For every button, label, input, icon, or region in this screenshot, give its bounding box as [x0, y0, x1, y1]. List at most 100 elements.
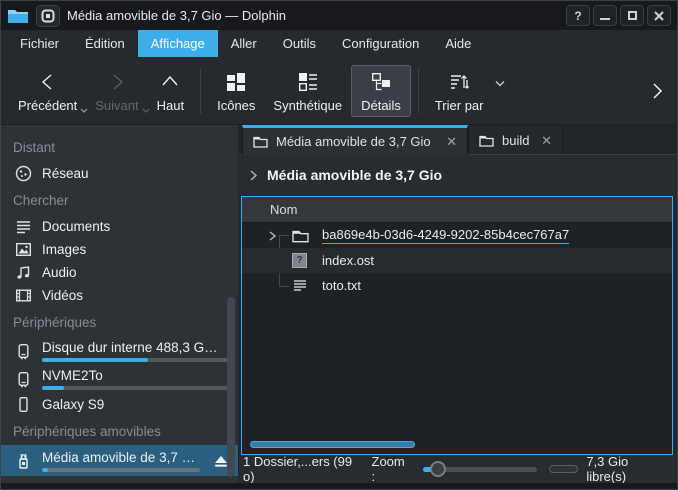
menubar: Fichier Édition Affichage Aller Outils C…: [1, 30, 677, 57]
sidebar-item-videos[interactable]: Vidéos: [1, 283, 238, 306]
toolbar-separator: [200, 68, 201, 114]
column-header-label: Nom: [270, 202, 297, 217]
status-summary: 1 Dossier,...ers (99 o): [243, 454, 364, 484]
sidebar-item-label: Vidéos: [42, 288, 228, 303]
sidebar-item-disque-dur-interne[interactable]: Disque dur interne 488,3 G…: [1, 336, 238, 364]
menu-configuration[interactable]: Configuration: [329, 30, 432, 57]
url-navigator[interactable]: Média amovible de 3,7 Gio: [239, 155, 677, 195]
close-icon: [654, 11, 664, 21]
icons-view-icon: [225, 71, 247, 93]
sidebar-item-label: Disque dur interne 488,3 G…: [42, 340, 228, 355]
sort-menu-caret-icon[interactable]: [494, 80, 506, 87]
forward-label: Suivant: [95, 98, 138, 113]
sidebar-item-label: NVME2To: [42, 368, 228, 383]
window-title: Média amovible de 3,7 Gio — Dolphin: [67, 8, 286, 23]
folder-icon: [253, 135, 268, 148]
folder-icon: [479, 134, 494, 147]
image-icon: [15, 241, 32, 258]
menu-affichage[interactable]: Affichage: [138, 30, 218, 57]
horizontal-scrollbar[interactable]: [250, 441, 415, 448]
disk-usage-bar: [42, 386, 228, 390]
minimize-button[interactable]: [593, 5, 617, 26]
sidebar-item-audio[interactable]: Audio: [1, 260, 238, 283]
section-header-peripheriques-amovibles: Périphériques amovibles: [1, 415, 238, 445]
toolbar: Précédent Suivant Haut Icônes: [1, 57, 677, 125]
section-header-chercher: Chercher: [1, 184, 238, 214]
sidebar-item-galaxy-s9[interactable]: Galaxy S9: [1, 392, 238, 415]
tab-media-amovible[interactable]: Média amovible de 3,7 Gio ✕: [242, 125, 468, 155]
icons-view-button[interactable]: Icônes: [208, 66, 264, 116]
menu-edition[interactable]: Édition: [72, 30, 138, 57]
maximize-button[interactable]: [620, 5, 644, 26]
file-row-toto-txt[interactable]: toto.txt: [242, 273, 672, 298]
text-file-icon: [292, 278, 308, 293]
zoom-label: Zoom :: [372, 454, 411, 484]
file-name[interactable]: toto.txt: [322, 278, 361, 293]
tab-close-icon[interactable]: ✕: [446, 134, 457, 150]
tab-build[interactable]: build ✕: [468, 127, 563, 154]
file-view[interactable]: Nom ba869e4b-03d6-4249-9202-85b4cec767a7: [241, 196, 673, 455]
tab-label: build: [502, 133, 529, 148]
sidebar-item-label: Documents: [42, 219, 228, 234]
menu-aide[interactable]: Aide: [432, 30, 484, 57]
sidebar-item-label: Média amovible de 3,7 …: [42, 450, 200, 465]
file-name[interactable]: ba869e4b-03d6-4249-9202-85b4cec767a7: [322, 227, 569, 244]
back-icon: [37, 71, 59, 93]
file-name[interactable]: index.ost: [322, 253, 374, 268]
sort-by-label: Trier par: [435, 98, 484, 113]
window-device-icon[interactable]: [36, 5, 60, 27]
close-button[interactable]: [647, 5, 671, 26]
compact-view-button[interactable]: Synthétique: [264, 66, 351, 116]
free-space-bar: [549, 465, 578, 473]
document-icon: [15, 218, 32, 235]
sidebar-item-reseau[interactable]: Réseau: [1, 161, 238, 184]
dolphin-window: Média amovible de 3,7 Gio — Dolphin ? Fi…: [0, 0, 678, 490]
harddisk-icon: [15, 343, 32, 360]
back-button[interactable]: Précédent: [9, 66, 86, 116]
details-view-button[interactable]: Détails: [351, 65, 411, 117]
sort-icon: [448, 71, 470, 93]
expander-icon[interactable]: [268, 230, 277, 242]
column-header-nom[interactable]: Nom: [242, 197, 672, 223]
unknown-file-icon: ?: [292, 253, 307, 268]
menu-fichier[interactable]: Fichier: [7, 30, 72, 57]
eject-icon[interactable]: [214, 455, 228, 467]
forward-icon: [106, 71, 128, 93]
zoom-slider[interactable]: [423, 467, 537, 472]
up-label: Haut: [157, 98, 184, 113]
sidebar-scrollbar[interactable]: [227, 297, 235, 477]
titlebar[interactable]: Média amovible de 3,7 Gio — Dolphin ?: [1, 1, 677, 30]
menu-aller[interactable]: Aller: [218, 30, 270, 57]
toolbar-separator: [418, 68, 419, 114]
compact-view-label: Synthétique: [273, 98, 342, 113]
video-icon: [15, 287, 32, 304]
minimize-icon: [600, 18, 610, 20]
tab-close-icon[interactable]: ✕: [541, 133, 552, 149]
sidebar-item-label: Images: [42, 242, 228, 257]
breadcrumb-location[interactable]: Média amovible de 3,7 Gio: [267, 167, 442, 183]
menu-outils[interactable]: Outils: [270, 30, 329, 57]
back-label: Précédent: [18, 98, 77, 113]
file-row-index-ost[interactable]: ? index.ost: [242, 248, 672, 273]
toolbar-overflow-icon[interactable]: [651, 82, 663, 100]
sidebar-item-media-amovible[interactable]: Média amovible de 3,7 …: [1, 445, 238, 476]
disk-usage-bar: [42, 468, 200, 472]
tabbar: Média amovible de 3,7 Gio ✕ build ✕: [239, 125, 677, 155]
sidebar-item-documents[interactable]: Documents: [1, 214, 238, 237]
free-space-label: 7,3 Gio libre(s): [586, 454, 669, 484]
up-button[interactable]: Haut: [148, 66, 193, 116]
sort-by-button[interactable]: Trier par: [426, 66, 493, 116]
file-row-folder[interactable]: ba869e4b-03d6-4249-9202-85b4cec767a7: [242, 223, 672, 248]
audio-icon: [15, 264, 32, 281]
places-panel: Distant Réseau Chercher Documents: [1, 125, 239, 483]
sidebar-item-label: Audio: [42, 265, 228, 280]
icons-view-label: Icônes: [217, 98, 255, 113]
forward-button[interactable]: Suivant: [86, 66, 147, 116]
sidebar-item-nvme2to[interactable]: NVME2To: [1, 364, 238, 392]
statusbar: 1 Dossier,...ers (99 o) Zoom : 7,3 Gio l…: [239, 455, 677, 483]
app-folder-icon: [7, 7, 29, 24]
zoom-slider-handle[interactable]: [430, 461, 446, 477]
details-view-label: Détails: [361, 98, 401, 113]
help-button[interactable]: ?: [566, 5, 590, 26]
sidebar-item-images[interactable]: Images: [1, 237, 238, 260]
